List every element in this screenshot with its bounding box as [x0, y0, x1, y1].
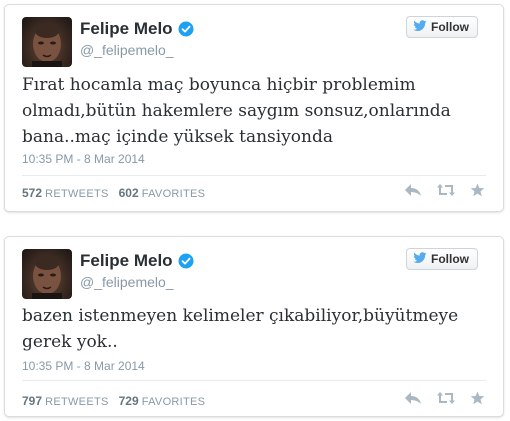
favorite-count[interactable]: 602 FAVORITES — [119, 186, 206, 200]
tweet-text: Fırat hocamla maç boyunca hiçbir problem… — [22, 75, 451, 147]
user-handle[interactable]: @_felipemelo_ — [80, 274, 174, 290]
retweet-count[interactable]: 572 RETWEETS — [22, 186, 109, 200]
tweet-card: Felipe Melo @_felipemelo_ Follow Fırat h… — [4, 4, 504, 212]
tweet-stats: 572 RETWEETS 602 FAVORITES — [22, 186, 205, 200]
retweet-icon[interactable] — [436, 183, 456, 197]
retweet-count[interactable]: 797 RETWEETS — [22, 394, 109, 408]
verified-icon — [178, 21, 194, 37]
twitter-bird-icon — [413, 19, 427, 35]
tweet-stats: 797 RETWEETS 729 FAVORITES — [22, 394, 205, 408]
favorite-star-icon[interactable] — [470, 183, 485, 197]
reply-icon[interactable] — [404, 183, 422, 197]
reply-icon[interactable] — [404, 391, 422, 405]
tweet-actions — [404, 183, 485, 197]
retweet-icon[interactable] — [436, 391, 456, 405]
tweet-actions — [404, 391, 485, 405]
favorite-star-icon[interactable] — [470, 391, 485, 405]
avatar[interactable] — [22, 249, 72, 299]
favorite-count[interactable]: 729 FAVORITES — [119, 394, 206, 408]
follow-button[interactable]: Follow — [406, 16, 478, 38]
tweet-timestamp[interactable]: 10:35 PM - 8 Mar 2014 — [22, 152, 145, 166]
follow-button[interactable]: Follow — [406, 248, 478, 270]
follow-label: Follow — [431, 252, 469, 266]
avatar[interactable] — [22, 17, 72, 67]
user-handle[interactable]: @_felipemelo_ — [80, 42, 174, 58]
tweet-card: Felipe Melo @_felipemelo_ Follow bazen i… — [4, 236, 504, 417]
verified-icon — [178, 253, 194, 269]
divider — [22, 175, 486, 176]
twitter-bird-icon — [413, 251, 427, 267]
display-name[interactable]: Felipe Melo — [80, 19, 173, 39]
display-name[interactable]: Felipe Melo — [80, 251, 173, 271]
divider — [22, 380, 486, 381]
tweet-timestamp[interactable]: 10:35 PM - 8 Mar 2014 — [22, 359, 145, 373]
follow-label: Follow — [431, 20, 469, 34]
tweet-text: bazen istenmeyen kelimeler çıkabiliyor,b… — [22, 306, 459, 352]
